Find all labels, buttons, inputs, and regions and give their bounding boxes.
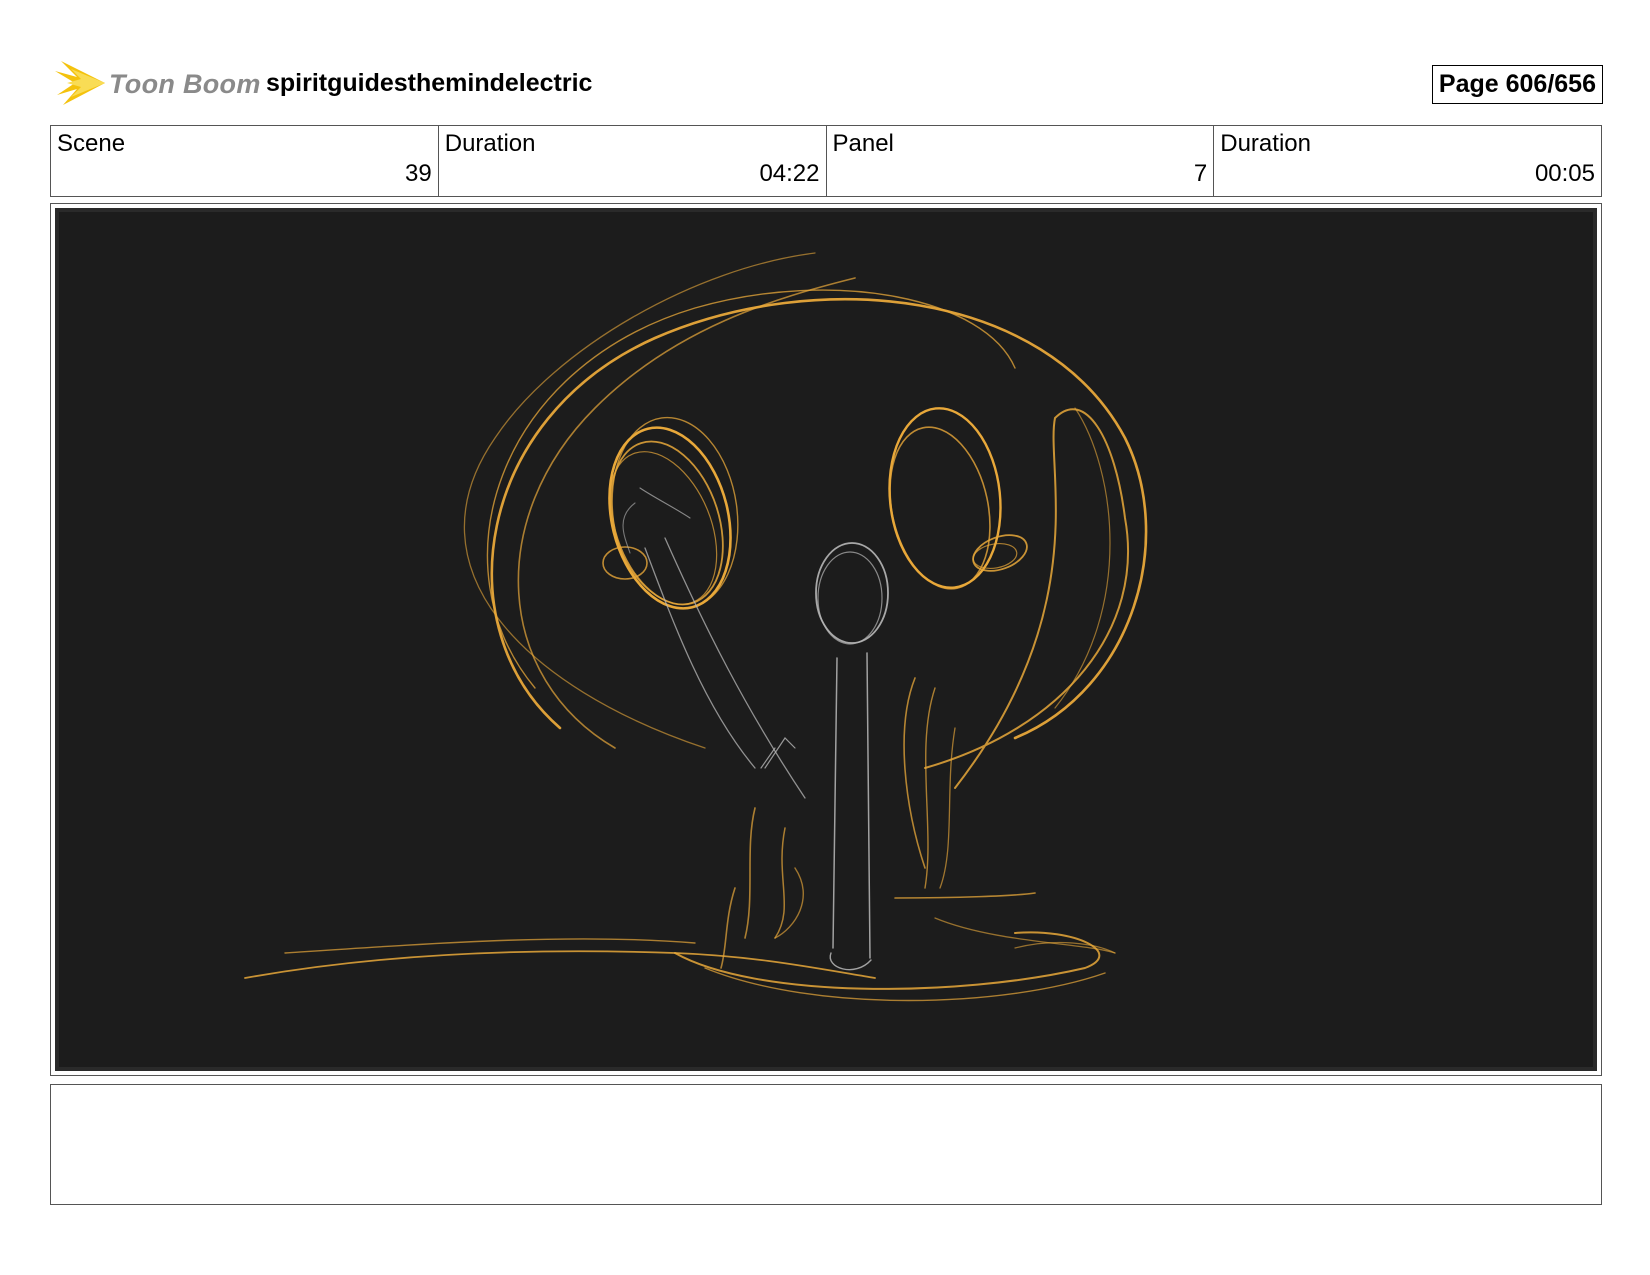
panel-value: 7 (1193, 160, 1208, 187)
scene-label: Scene (57, 130, 126, 157)
panel-artwork (55, 208, 1597, 1071)
panel-duration-value: 00:05 (1534, 160, 1595, 187)
scene-duration-label: Duration (444, 130, 536, 157)
grey-sketch-strokes (622, 487, 889, 971)
scene-duration-value: 04:22 (759, 160, 820, 187)
gold-sketch-strokes (244, 252, 1148, 1002)
panel-duration-label: Duration (1220, 130, 1311, 157)
scene-duration-cell: Duration 04:22 (439, 126, 827, 196)
sketch-drawing (244, 252, 1148, 1002)
project-title: spiritguidesthemindelectric (266, 69, 593, 97)
scene-info-table: Scene 39 Duration 04:22 Panel 7 Duration… (50, 125, 1602, 197)
scene-cell: Scene 39 (51, 126, 439, 196)
panel-label: Panel (832, 130, 894, 157)
starburst-icon (55, 61, 105, 105)
storyboard-panel-frame (50, 203, 1602, 1076)
scene-value: 39 (405, 160, 432, 187)
toon-boom-logo: Toon Boom (53, 57, 260, 107)
panel-notes-box (50, 1084, 1602, 1205)
panel-duration-cell: Duration 00:05 (1214, 126, 1601, 196)
panel-cell: Panel 7 (827, 126, 1215, 196)
page-header: Toon Boom spiritguidesthemindelectric Pa… (53, 55, 1603, 107)
logo-text: Toon Boom (109, 69, 261, 99)
page-counter: Page 606/656 (1431, 65, 1603, 104)
